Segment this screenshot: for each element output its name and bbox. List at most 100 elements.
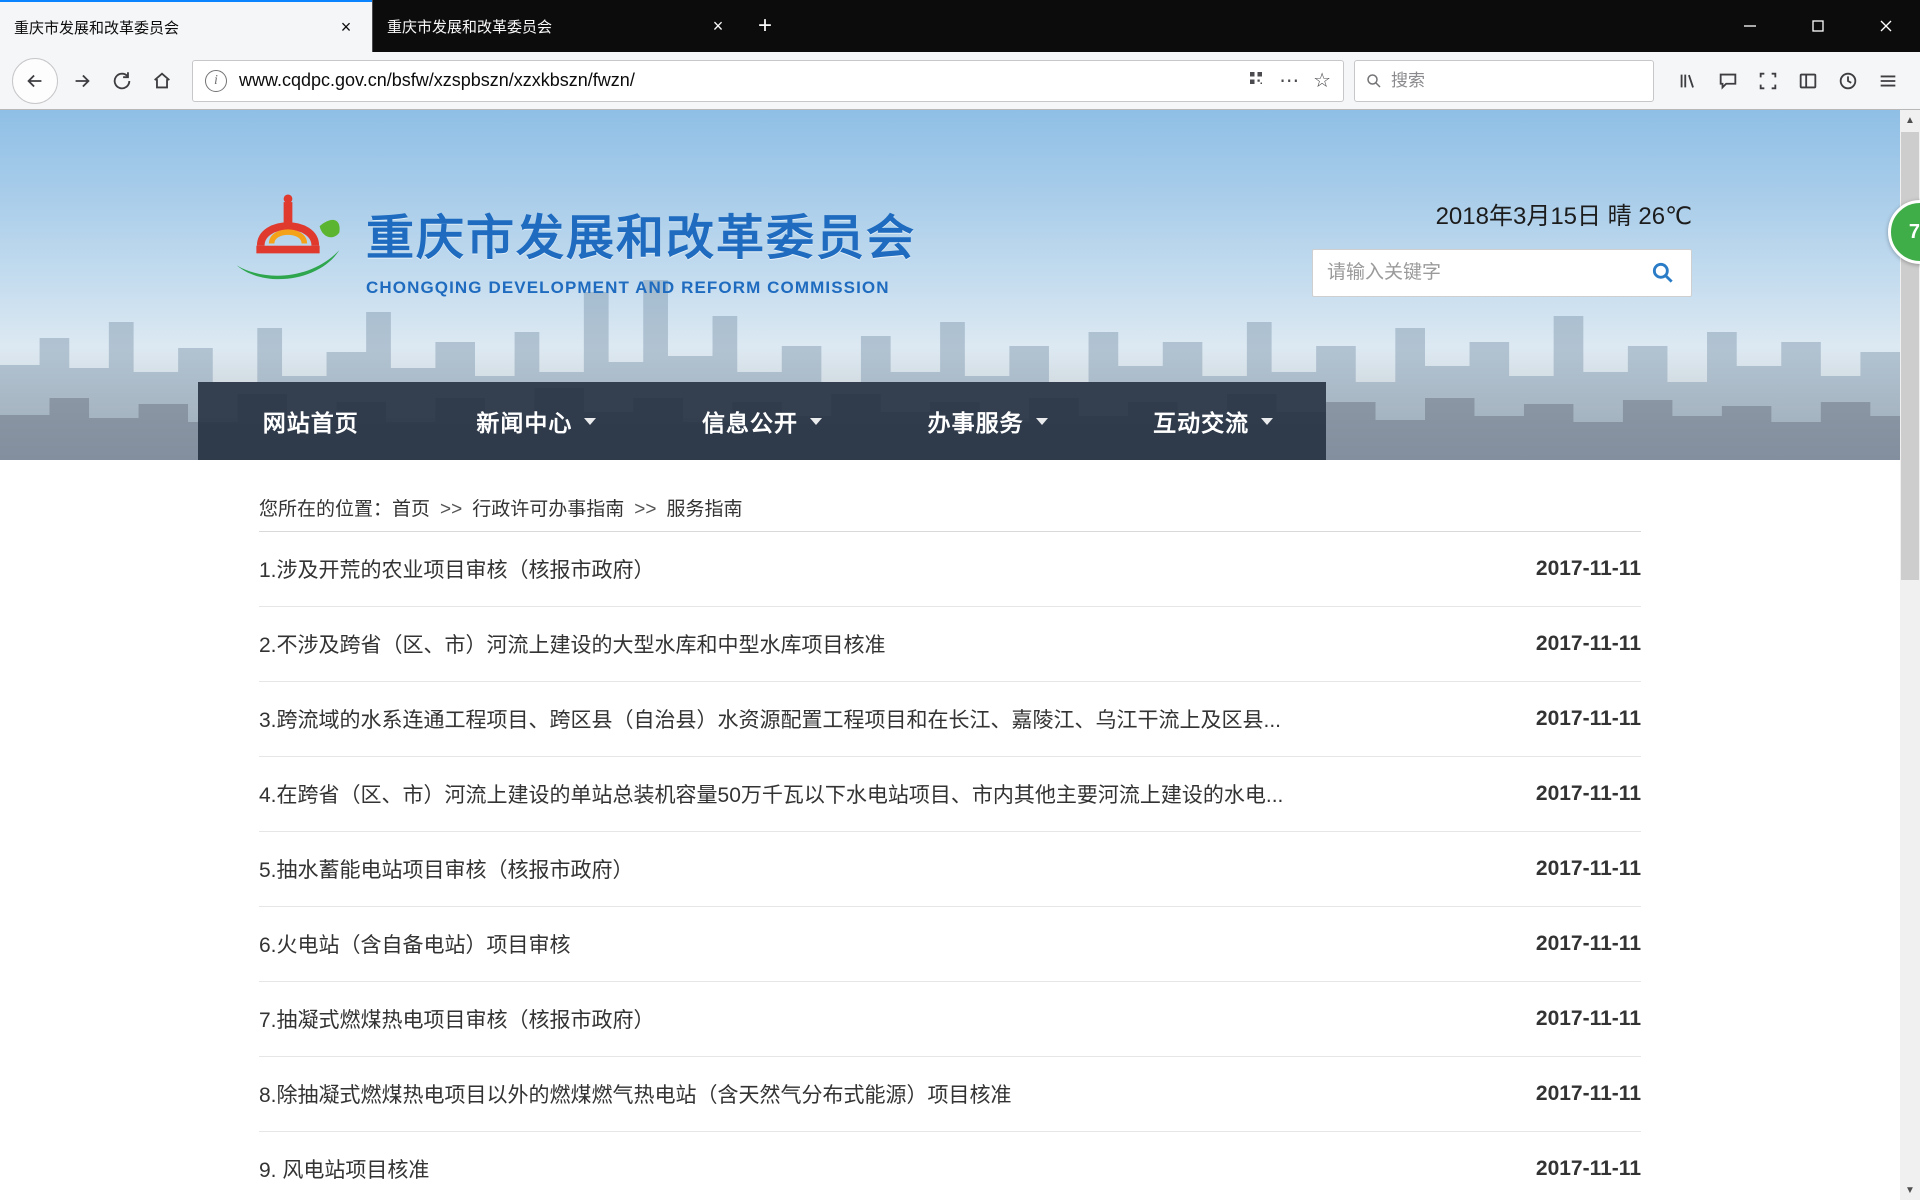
site-search-box[interactable]: [1312, 249, 1692, 297]
browser-search-input[interactable]: [1391, 71, 1643, 91]
breadcrumb-home-link[interactable]: 首页: [392, 499, 430, 520]
back-button[interactable]: [12, 58, 58, 104]
url-text[interactable]: www.cqdpc.gov.cn/bsfw/xzspbszn/xzxkbszn/…: [239, 70, 1247, 91]
site-title: 重庆市发展和改革委员会: [366, 198, 916, 268]
browser-tabstrip: 重庆市发展和改革委员会 × 重庆市发展和改革委员会 × +: [0, 0, 1920, 52]
list-item-title[interactable]: 4.在跨省（区、市）河流上建设的单站总装机容量50万千瓦以下水电站项目、市内其他…: [259, 779, 1323, 809]
list-item-title[interactable]: 8.除抽凝式燃煤热电项目以外的燃煤燃气热电站（含天然气分布式能源）项目核准: [259, 1079, 1052, 1109]
breadcrumb-current: 服务指南: [666, 499, 742, 520]
sidebar-button[interactable]: [1788, 61, 1828, 101]
nav-label: 新闻中心: [476, 404, 572, 438]
browser-toolbar: i www.cqdpc.gov.cn/bsfw/xzspbszn/xzxkbsz…: [0, 52, 1920, 110]
messages-button[interactable]: [1708, 61, 1748, 101]
library-icon: [1677, 70, 1699, 92]
site-info-icon[interactable]: i: [205, 70, 227, 92]
list-item-title[interactable]: 2.不涉及跨省（区、市）河流上建设的大型水库和中型水库项目核准: [259, 629, 926, 659]
main-navigation: 网站首页 新闻中心 信息公开 办事服务: [198, 382, 1702, 460]
nav-item-home[interactable]: 网站首页: [198, 382, 424, 460]
list-item[interactable]: 8.除抽凝式燃煤热电项目以外的燃煤燃气热电站（含天然气分布式能源）项目核准 20…: [259, 1057, 1641, 1132]
list-item[interactable]: 1.涉及开荒的农业项目审核（核报市政府） 2017-11-11: [259, 532, 1641, 607]
list-item-title[interactable]: 9. 风电站项目核准: [259, 1154, 469, 1184]
chevron-down-icon: [1036, 418, 1048, 425]
browser-search-box[interactable]: [1354, 60, 1654, 102]
minimize-icon: [1744, 20, 1756, 32]
page-viewport: 重庆市发展和改革委员会 CHONGQING DEVELOPMENT AND RE…: [0, 110, 1920, 1200]
close-button[interactable]: [1852, 0, 1920, 52]
tab-close-icon[interactable]: ×: [334, 15, 358, 39]
forward-button[interactable]: [62, 61, 102, 101]
library-button[interactable]: [1668, 61, 1708, 101]
list-item[interactable]: 7.抽凝式燃煤热电项目审核（核报市政府） 2017-11-11: [259, 982, 1641, 1057]
window-controls: [1716, 0, 1920, 52]
reload-icon: [111, 70, 133, 92]
tab-close-icon[interactable]: ×: [706, 14, 730, 38]
maximize-button[interactable]: [1784, 0, 1852, 52]
reload-button[interactable]: [102, 61, 142, 101]
site-search-input[interactable]: [1327, 262, 1641, 284]
nav-item-interaction[interactable]: 互动交流: [1100, 382, 1326, 460]
home-button[interactable]: [142, 61, 182, 101]
minimize-button[interactable]: [1716, 0, 1784, 52]
list-item[interactable]: 6.火电站（含自备电站）项目审核 2017-11-11: [259, 907, 1641, 982]
browser-tab-active[interactable]: 重庆市发展和改革委员会 ×: [0, 0, 372, 52]
list-item-title[interactable]: 7.抽凝式燃煤热电项目审核（核报市政府）: [259, 1004, 695, 1034]
nav-label: 办事服务: [928, 404, 1024, 438]
tab-title: 重庆市发展和改革委员会: [14, 17, 324, 38]
menu-button[interactable]: [1868, 61, 1908, 101]
main-content: 您所在的位置：首页>>行政许可办事指南>>服务指南 1.涉及开荒的农业项目审核（…: [198, 460, 1702, 1200]
breadcrumb-label: 您所在的位置：: [259, 499, 392, 520]
page-actions-icon[interactable]: ⋯: [1279, 68, 1299, 93]
list-item[interactable]: 9. 风电站项目核准 2017-11-11: [259, 1132, 1641, 1200]
list-item-date: 2017-11-11: [1536, 632, 1641, 656]
scrollbar[interactable]: ▲ ▼: [1900, 110, 1920, 1200]
nav-label: 信息公开: [702, 404, 798, 438]
browser-tab-inactive[interactable]: 重庆市发展和改革委员会 ×: [372, 0, 744, 52]
nav-item-services[interactable]: 办事服务: [875, 382, 1101, 460]
list-item[interactable]: 2.不涉及跨省（区、市）河流上建设的大型水库和中型水库项目核准 2017-11-…: [259, 607, 1641, 682]
site-header: 重庆市发展和改革委员会 CHONGQING DEVELOPMENT AND RE…: [198, 110, 1702, 382]
forward-icon: [71, 70, 93, 92]
breadcrumb-separator: >>: [634, 499, 656, 520]
list-item-date: 2017-11-11: [1536, 557, 1641, 581]
header-right: 2018年3月15日 晴 26℃: [1272, 196, 1692, 297]
webpage: 重庆市发展和改革委员会 CHONGQING DEVELOPMENT AND RE…: [0, 110, 1900, 1200]
chevron-down-icon: [1261, 418, 1273, 425]
search-icon: [1650, 260, 1676, 286]
list-item[interactable]: 5.抽水蓄能电站项目审核（核报市政府） 2017-11-11: [259, 832, 1641, 907]
list-item[interactable]: 3.跨流域的水系连通工程项目、跨区县（自治县）水资源配置工程项目和在长江、嘉陵江…: [259, 682, 1641, 757]
back-icon: [24, 70, 46, 92]
history-button[interactable]: [1828, 61, 1868, 101]
qr-code-icon[interactable]: [1247, 69, 1265, 92]
list-item-title[interactable]: 3.跨流域的水系连通工程项目、跨区县（自治县）水资源配置工程项目和在长江、嘉陵江…: [259, 704, 1321, 734]
chevron-down-icon: [810, 418, 822, 425]
bookmark-star-icon[interactable]: ☆: [1313, 68, 1331, 93]
breadcrumb: 您所在的位置：首页>>行政许可办事指南>>服务指南: [259, 460, 1641, 532]
new-tab-button[interactable]: +: [744, 0, 786, 52]
list-item-date: 2017-11-11: [1536, 1007, 1641, 1031]
home-icon: [151, 70, 173, 92]
nav-item-info-disclosure[interactable]: 信息公开: [649, 382, 875, 460]
site-subtitle: CHONGQING DEVELOPMENT AND REFORM COMMISS…: [366, 278, 916, 298]
breadcrumb-section-link[interactable]: 行政许可办事指南: [472, 499, 624, 520]
list-item[interactable]: 4.在跨省（区、市）河流上建设的单站总装机容量50万千瓦以下水电站项目、市内其他…: [259, 757, 1641, 832]
scroll-down-arrow[interactable]: ▼: [1900, 1180, 1920, 1200]
list-item-date: 2017-11-11: [1536, 1082, 1641, 1106]
scroll-up-arrow[interactable]: ▲: [1900, 110, 1920, 130]
list-item-title[interactable]: 1.涉及开荒的农业项目审核（核报市政府）: [259, 554, 695, 584]
browser-window: 重庆市发展和改革委员会 × 重庆市发展和改革委员会 × +: [0, 0, 1920, 1200]
tab-title: 重庆市发展和改革委员会: [387, 16, 696, 37]
nav-item-news[interactable]: 新闻中心: [424, 382, 650, 460]
list-item-date: 2017-11-11: [1536, 707, 1641, 731]
list-item-title[interactable]: 5.抽水蓄能电站项目审核（核报市政府）: [259, 854, 674, 884]
toolbar-right-icons: [1668, 61, 1908, 101]
nav-label: 互动交流: [1153, 404, 1249, 438]
chat-bubble-icon: [1717, 70, 1739, 92]
list-item-title[interactable]: 6.火电站（含自备电站）项目审核: [259, 929, 611, 959]
list-item-date: 2017-11-11: [1536, 782, 1641, 806]
site-search-button[interactable]: [1641, 253, 1685, 293]
search-icon: [1365, 72, 1383, 90]
url-bar[interactable]: i www.cqdpc.gov.cn/bsfw/xzspbszn/xzxkbsz…: [192, 60, 1344, 102]
screenshot-button[interactable]: [1748, 61, 1788, 101]
banner-image: 重庆市发展和改革委员会 CHONGQING DEVELOPMENT AND RE…: [0, 110, 1900, 460]
site-logo-icon: [228, 182, 348, 292]
